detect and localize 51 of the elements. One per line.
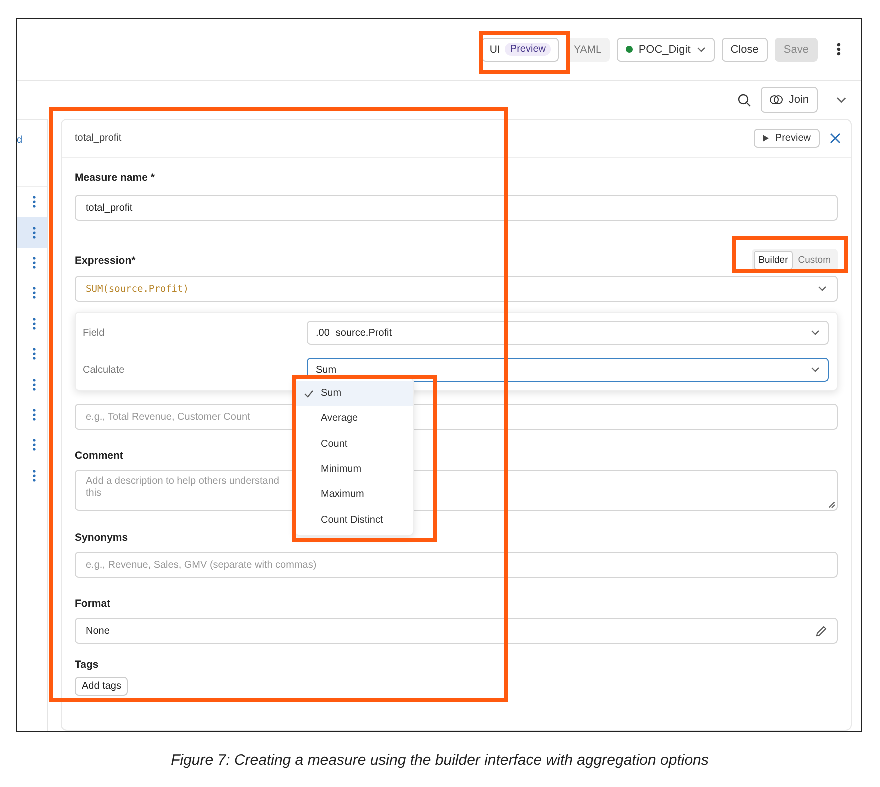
connection-dropdown[interactable]: POC_Digit <box>616 38 715 62</box>
more-icon[interactable] <box>837 43 841 56</box>
kebab-icon[interactable] <box>33 470 36 482</box>
mode-tab[interactable]: Builder <box>754 251 794 270</box>
chevron-down-icon <box>836 96 847 104</box>
menu-item[interactable]: Average <box>296 406 413 432</box>
menu-item[interactable]: Count <box>296 432 413 457</box>
field-label: Comment <box>75 450 124 462</box>
join-icon <box>770 95 783 105</box>
format-field[interactable]: None <box>75 618 838 644</box>
measure-title: total_profit <box>75 133 123 144</box>
chevron-down-icon <box>811 367 820 373</box>
kebab-icon[interactable] <box>33 378 36 391</box>
input-field[interactable]: total_profit <box>75 195 838 221</box>
check-icon <box>304 390 314 398</box>
sidebar-link[interactable]: d <box>17 135 23 146</box>
kebab-icon[interactable] <box>33 196 36 208</box>
view-tab[interactable]: UI Preview <box>482 38 559 62</box>
field-label: Measure name * <box>75 172 156 184</box>
pencil-icon[interactable] <box>816 626 827 636</box>
field-label: Calculate <box>83 364 126 376</box>
preview-button[interactable]: Preview <box>754 129 820 148</box>
chevron-down-icon <box>818 286 827 292</box>
menu-item[interactable]: Sum <box>296 381 413 406</box>
chevron-down-icon <box>696 46 706 52</box>
kebab-icon[interactable] <box>33 408 36 421</box>
status-dot-icon <box>626 46 633 53</box>
field-label: Format <box>75 598 112 610</box>
field-label: Field <box>83 328 106 338</box>
toolbar-button[interactable]: Close <box>722 38 768 62</box>
kebab-icon[interactable] <box>33 318 36 330</box>
menu-item[interactable]: Maximum <box>296 482 413 508</box>
field-label: Synonyms <box>75 532 130 544</box>
field-select[interactable]: .00 source.Profit <box>307 321 829 345</box>
mode-tab[interactable]: Custom <box>793 251 836 270</box>
kebab-icon[interactable] <box>33 348 36 360</box>
preview-badge: Preview <box>505 43 551 56</box>
close-icon[interactable] <box>830 133 841 144</box>
resize-icon <box>829 502 835 508</box>
add-tags-button[interactable]: Add tags <box>75 677 128 696</box>
join-button[interactable]: Join <box>760 87 818 113</box>
search-icon[interactable] <box>738 94 751 106</box>
play-icon <box>763 135 770 142</box>
field-label: Expression* <box>75 254 136 266</box>
kebab-icon[interactable] <box>33 256 36 269</box>
kebab-icon[interactable] <box>33 439 36 452</box>
kebab-icon[interactable] <box>33 287 36 300</box>
kebab-icon[interactable] <box>33 226 36 239</box>
figure-caption: Figure 7: Creating a measure using the builder interface with aggregation options <box>170 752 710 769</box>
field-label: Tags <box>75 659 100 671</box>
chevron-down-icon <box>811 330 820 336</box>
